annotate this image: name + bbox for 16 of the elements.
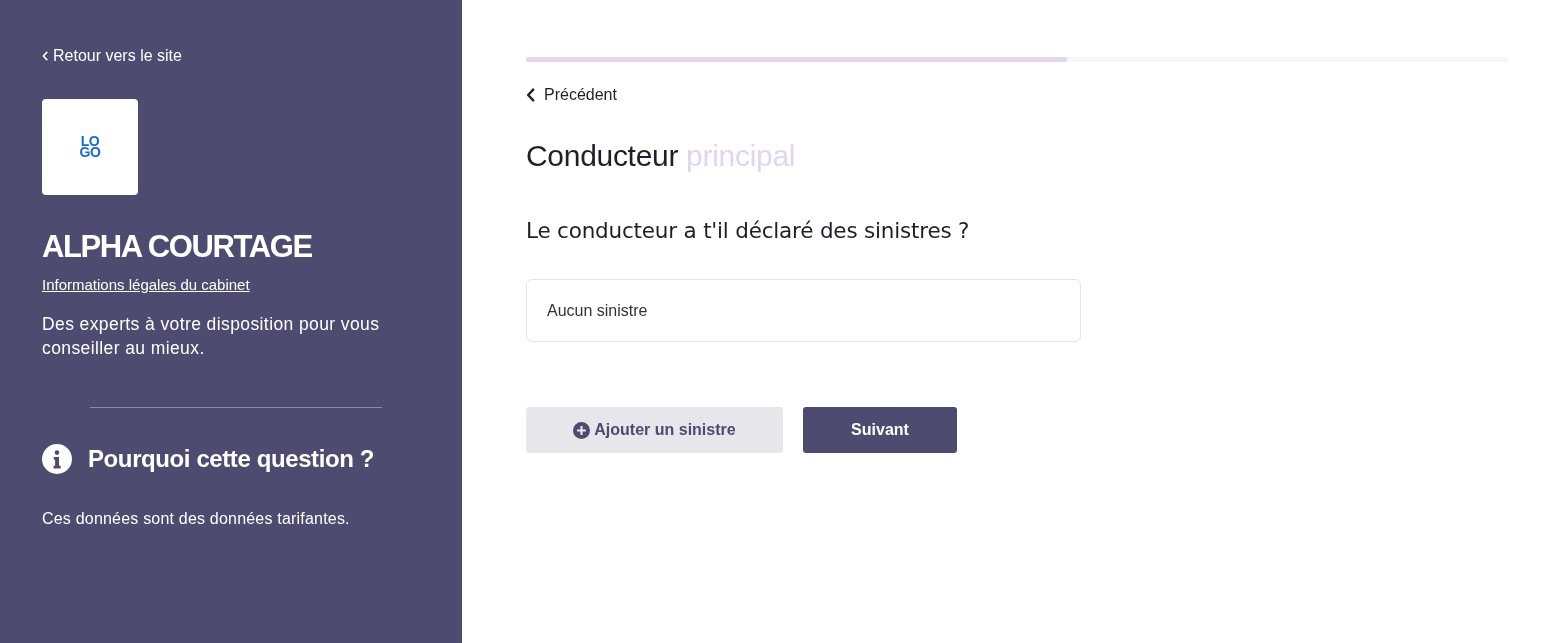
- claims-list-box: Aucun sinistre: [526, 279, 1081, 342]
- next-button[interactable]: Suivant: [803, 407, 957, 453]
- chevron-left-icon: [526, 88, 535, 102]
- help-text: Ces données sont des données tarifantes.: [42, 509, 351, 529]
- logo-text: LO GO: [79, 136, 101, 158]
- back-to-site-link[interactable]: Retour vers le site: [42, 45, 182, 67]
- add-claim-button[interactable]: Ajouter un sinistre: [526, 407, 783, 453]
- page-title: Conducteur: [526, 138, 679, 174]
- question-text: Le conducteur a t'il déclaré des sinistres ?: [526, 217, 971, 245]
- previous-button[interactable]: Précédent: [526, 85, 617, 105]
- legal-info-link[interactable]: Informations légales du cabinet: [42, 275, 250, 295]
- tagline-text: Des experts à votre disposition pour vous conseiller au mieux.: [42, 313, 381, 360]
- info-icon: [42, 444, 72, 474]
- chevron-left-icon: [42, 51, 48, 61]
- help-title: Pourquoi cette question ?: [88, 444, 374, 474]
- company-name: ALPHA COURTAGE: [42, 228, 313, 266]
